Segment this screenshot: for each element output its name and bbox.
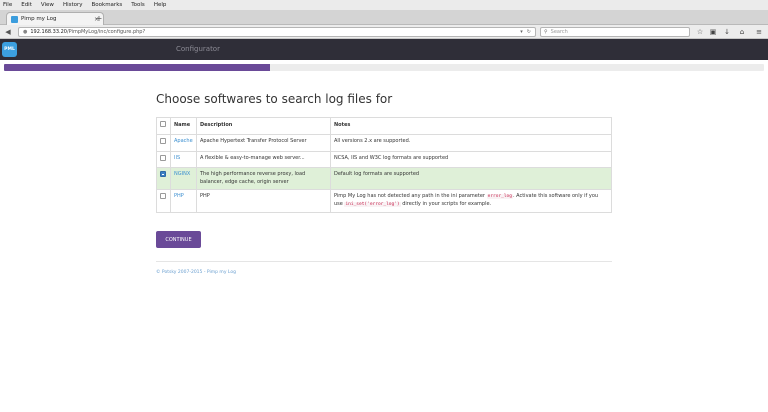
table-row-php: PHP PHP Pimp My Log has not detected any… <box>156 189 612 213</box>
software-link-apache[interactable]: Apache <box>174 138 193 144</box>
description-cell: Apache Hypertext Transfer Protocol Serve… <box>196 134 331 152</box>
progress-bar <box>4 64 764 71</box>
php-checkbox[interactable] <box>160 193 166 199</box>
apache-checkbox[interactable] <box>160 138 166 144</box>
menu-bookmarks[interactable]: Bookmarks <box>92 2 123 8</box>
select-all-checkbox[interactable] <box>160 121 166 128</box>
tab-title: Pimp my Log <box>21 16 57 22</box>
tab-strip: Pimp my Log × + <box>0 10 768 25</box>
back-icon[interactable]: ◀ <box>3 27 13 37</box>
notes-cell: All versions 2.x are supported. <box>330 134 612 152</box>
table-row-nginx: NGINX The high performance reverse proxy… <box>156 167 612 190</box>
globe-icon: ● <box>23 29 28 35</box>
download-icon[interactable]: ↓ <box>722 27 732 37</box>
divider <box>156 261 612 262</box>
menu-bar: File Edit View History Bookmarks Tools H… <box>0 0 768 10</box>
menu-edit[interactable]: Edit <box>21 2 32 8</box>
dropdown-icon[interactable]: ▾ <box>520 29 523 35</box>
url-text: 192.168.33.20/PimpMyLog/inc/configure.ph… <box>30 29 146 35</box>
continue-button[interactable]: CONTINUE <box>156 231 201 248</box>
navigation-bar: ◀ ● 192.168.33.20/PimpMyLog/inc/configur… <box>0 25 768 39</box>
favicon-icon <box>11 15 18 23</box>
iis-checkbox[interactable] <box>160 154 166 161</box>
hamburger-menu-icon[interactable]: ≡ <box>754 27 764 37</box>
code-error-log: error_log <box>486 194 513 199</box>
table-row-apache: Apache Apache Hypertext Transfer Protoco… <box>156 134 612 152</box>
column-header-description: Description <box>196 117 331 135</box>
menu-history[interactable]: History <box>63 2 83 8</box>
nginx-checkbox[interactable] <box>160 171 166 177</box>
clipboard-icon[interactable]: ▣ <box>708 27 718 37</box>
search-icon: ⚲ <box>544 29 548 35</box>
description-cell: PHP <box>196 189 331 213</box>
notes-cell: Default log formats are supported <box>330 167 612 190</box>
logo[interactable]: PML <box>2 42 17 57</box>
code-ini-set: ini_set('error_log') <box>344 201 401 207</box>
menu-tools[interactable]: Tools <box>131 2 145 8</box>
footer-credit[interactable]: © Potsky 2007-2015 - Pimp my Log <box>156 270 236 275</box>
header-select-all[interactable] <box>156 117 171 135</box>
menu-view[interactable]: View <box>41 2 54 8</box>
table-row-iis: IIS A flexible & easy-to-manage web serv… <box>156 150 612 168</box>
browser-tab[interactable]: Pimp my Log × <box>6 12 104 25</box>
column-header-name: Name <box>170 117 197 135</box>
table-header-row: Name Description Notes <box>156 117 612 135</box>
search-input: Search <box>550 29 568 35</box>
notes-cell: NCSA, IIS and W3C log formats are suppor… <box>330 150 612 168</box>
menu-help[interactable]: Help <box>154 2 167 8</box>
software-link-iis[interactable]: IIS <box>174 155 180 161</box>
page-title: Choose softwares to search log files for <box>156 92 393 106</box>
star-icon[interactable]: ☆ <box>695 27 705 37</box>
description-cell: The high performance reverse proxy, load… <box>196 167 331 190</box>
software-link-nginx[interactable]: NGINX <box>174 171 190 177</box>
progress-fill <box>4 64 270 71</box>
home-icon[interactable]: ⌂ <box>737 27 747 37</box>
software-table: Name Description Notes Apache Apache Hyp… <box>156 117 612 213</box>
column-header-notes: Notes <box>330 117 612 135</box>
description-cell: A flexible & easy-to-manage web server..… <box>196 150 331 168</box>
notes-cell: Pimp My Log has not detected any path in… <box>330 189 612 213</box>
new-tab-icon[interactable]: + <box>93 12 105 24</box>
menu-file[interactable]: File <box>3 2 12 8</box>
app-title: Configurator <box>176 45 220 53</box>
reload-icon[interactable]: ↻ <box>527 29 531 35</box>
app-header: PML Configurator <box>0 39 768 60</box>
software-link-php[interactable]: PHP <box>174 193 184 199</box>
url-bar[interactable]: ● 192.168.33.20/PimpMyLog/inc/configure.… <box>18 27 536 37</box>
search-bar[interactable]: ⚲ Search <box>540 27 690 37</box>
